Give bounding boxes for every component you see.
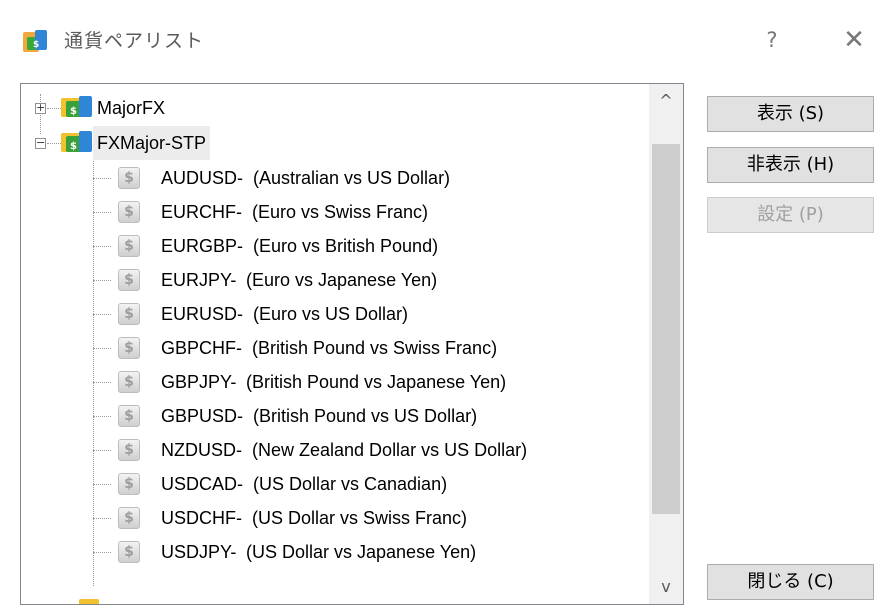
dollar-icon: $ [118,235,140,257]
dollar-icon: $ [118,303,140,325]
group-label: FXMajor-STP [93,126,211,160]
symbol-name: USDCAD- [161,474,244,494]
symbol-row[interactable]: $ GBPJPY- (British Pound vs Japanese Yen) [21,365,641,399]
tree-connector [93,518,111,519]
symbol-row[interactable]: $ EURJPY- (Euro vs Japanese Yen) [21,263,641,297]
tree-group-fxmajor-stp[interactable]: − $ FXMajor-STP [21,126,641,160]
group-label: MajorFX [97,98,166,118]
tree-group-majorfx[interactable]: + $ MajorFX [21,91,641,125]
symbol-name: NZDUSD- [161,440,242,460]
tree-connector [93,246,111,247]
svg-text:$: $ [33,40,39,50]
symbol-description: (Euro vs Swiss Franc) [252,202,429,222]
tree-connector [93,314,111,315]
close-window-button[interactable]: ✕ [832,20,876,60]
symbol-description: (Euro vs British Pound) [253,236,439,256]
tree-connector [93,416,111,417]
tree-connector [47,143,61,144]
tree-connector [47,108,61,109]
tree-connector [93,212,111,213]
symbol-name: GBPCHF- [161,338,242,358]
svg-text:$: $ [70,141,77,152]
show-button[interactable]: 表示 (S) [707,96,874,132]
folder-icon: $ [61,96,92,117]
expand-icon[interactable]: + [35,102,46,114]
symbol-description: (US Dollar vs Swiss Franc) [252,508,468,528]
symbol-row[interactable]: $ USDCHF- (US Dollar vs Swiss Franc) [21,501,641,535]
scroll-up-arrow-icon[interactable]: ^ [649,84,683,118]
vertical-scrollbar[interactable]: ^ v [649,84,683,604]
tree-connector [93,552,111,553]
title-bar: $ 通貨ペアリスト ? ✕ [0,0,896,84]
close-button[interactable]: 閉じる (C) [707,564,874,600]
tree-connector [93,178,111,179]
dollar-icon: $ [118,269,140,291]
symbol-description: (US Dollar vs Canadian) [253,474,448,494]
symbol-description: (Euro vs US Dollar) [253,304,409,324]
dollar-icon: $ [118,541,140,563]
symbol-name: EURUSD- [161,304,244,324]
dollar-icon: $ [118,371,140,393]
dollar-icon: $ [118,405,140,427]
svg-text:$: $ [70,106,77,117]
dollar-icon: $ [118,337,140,359]
symbol-description: (British Pound vs US Dollar) [253,406,478,426]
tree-connector [93,382,111,383]
dollar-icon: $ [118,439,140,461]
folder-icon: $ [61,131,92,152]
hide-button[interactable]: 非表示 (H) [707,147,874,183]
tree-connector [93,348,111,349]
dollar-icon: $ [118,167,140,189]
symbol-row[interactable]: $ GBPUSD- (British Pound vs US Dollar) [21,399,641,433]
symbol-row[interactable]: $ EURCHF- (Euro vs Swiss Franc) [21,195,641,229]
symbol-tree[interactable]: + $ MajorFX − $ FXMajor-STP $ AUDUSD- (Aus… [20,83,684,605]
symbol-row[interactable]: $ EURGBP- (Euro vs British Pound) [21,229,641,263]
symbol-name: GBPJPY- [161,372,237,392]
symbol-row[interactable]: $ EURUSD- (Euro vs US Dollar) [21,297,641,331]
symbol-name: AUDUSD- [161,168,244,188]
symbol-name: EURGBP- [161,236,244,256]
symbol-description: (British Pound vs Japanese Yen) [246,372,507,392]
dollar-icon: $ [118,507,140,529]
tree-connector [93,484,111,485]
tree-connector [93,450,111,451]
symbol-row[interactable]: $ USDJPY- (US Dollar vs Japanese Yen) [21,535,641,569]
symbol-row[interactable]: $ NZDUSD- (New Zealand Dollar vs US Dollar… [21,433,641,467]
collapse-icon[interactable]: − [35,137,46,149]
window-title: 通貨ペアリスト [64,30,205,52]
scroll-thumb[interactable] [652,144,680,514]
folder-icon-partial [79,599,99,604]
symbol-description: (US Dollar vs Japanese Yen) [246,542,477,562]
symbol-row[interactable]: $ USDCAD- (US Dollar vs Canadian) [21,467,641,501]
symbol-description: (British Pound vs Swiss Franc) [252,338,498,358]
symbol-description: (Euro vs Japanese Yen) [246,270,438,290]
dollar-icon: $ [118,473,140,495]
dollar-icon: $ [118,201,140,223]
symbol-name: USDJPY- [161,542,237,562]
settings-button: 設定 (P) [707,197,874,233]
symbol-name: EURJPY- [161,270,237,290]
symbol-name: USDCHF- [161,508,242,528]
tree-connector [93,280,111,281]
app-folder-icon: $ [23,30,47,52]
help-button[interactable]: ? [752,20,792,60]
symbol-description: (New Zealand Dollar vs US Dollar) [252,440,528,460]
symbol-row[interactable]: $ GBPCHF- (British Pound vs Swiss Franc) [21,331,641,365]
symbol-description: (Australian vs US Dollar) [253,168,451,188]
scroll-down-arrow-icon[interactable]: v [649,570,683,604]
symbol-name: GBPUSD- [161,406,244,426]
symbol-name: EURCHF- [161,202,242,222]
symbol-row[interactable]: $ AUDUSD- (Australian vs US Dollar) [21,161,641,195]
